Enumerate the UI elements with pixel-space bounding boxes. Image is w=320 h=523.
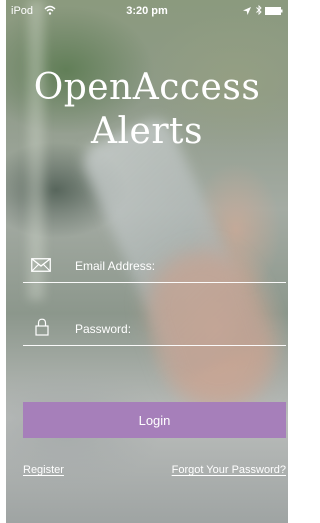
app-title-line1: OpenAccess	[33, 67, 261, 108]
password-input[interactable]	[75, 317, 280, 341]
email-field[interactable]	[23, 252, 286, 283]
login-button[interactable]: Login	[23, 402, 286, 438]
app-title: OpenAccess Alerts	[6, 66, 288, 154]
login-screen: iPod 3:20 pm OpenAccess Alerts Email Add…	[6, 0, 288, 523]
envelope-icon	[31, 258, 51, 277]
lock-icon	[35, 318, 49, 341]
location-icon	[243, 6, 251, 15]
password-field[interactable]	[23, 315, 286, 346]
status-bar: iPod 3:20 pm	[6, 0, 288, 20]
email-input[interactable]	[75, 254, 280, 278]
battery-icon	[265, 6, 283, 15]
app-title-line2: Alerts	[91, 111, 203, 152]
forgot-password-link[interactable]: Forgot Your Password?	[172, 464, 286, 476]
bluetooth-icon	[256, 4, 262, 16]
register-link[interactable]: Register	[23, 464, 64, 476]
